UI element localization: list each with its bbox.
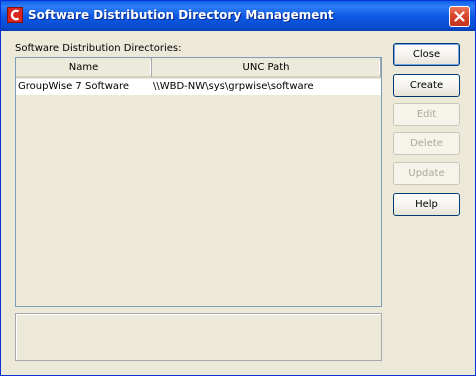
list-header: Name UNC Path [16, 58, 381, 78]
create-button[interactable]: Create [393, 74, 460, 97]
help-button[interactable]: Help [393, 193, 460, 216]
status-panel [15, 313, 382, 361]
update-button[interactable]: Update [393, 162, 460, 185]
column-header-name[interactable]: Name [16, 58, 152, 78]
close-icon[interactable] [449, 6, 470, 27]
directories-list[interactable]: Name UNC Path GroupWise 7 Software \\WBD… [15, 57, 382, 307]
delete-button[interactable]: Delete [393, 132, 460, 155]
directory-unc-path: \\WBD-NW\sys\grpwise\software [153, 81, 314, 92]
column-header-unc-path[interactable]: UNC Path [152, 58, 381, 78]
groupwise-c-icon [7, 7, 23, 23]
title-bar[interactable]: Software Distribution Directory Manageme… [1, 1, 475, 31]
directories-label: Software Distribution Directories: [15, 43, 182, 54]
directory-name: GroupWise 7 Software [18, 81, 130, 92]
list-item[interactable]: GroupWise 7 Software \\WBD-NW\sys\grpwis… [16, 79, 381, 95]
window-title: Software Distribution Directory Manageme… [28, 8, 334, 22]
dialog-window: Software Distribution Directory Manageme… [0, 0, 476, 376]
close-button[interactable]: Close [393, 43, 460, 66]
edit-button[interactable]: Edit [393, 103, 460, 126]
